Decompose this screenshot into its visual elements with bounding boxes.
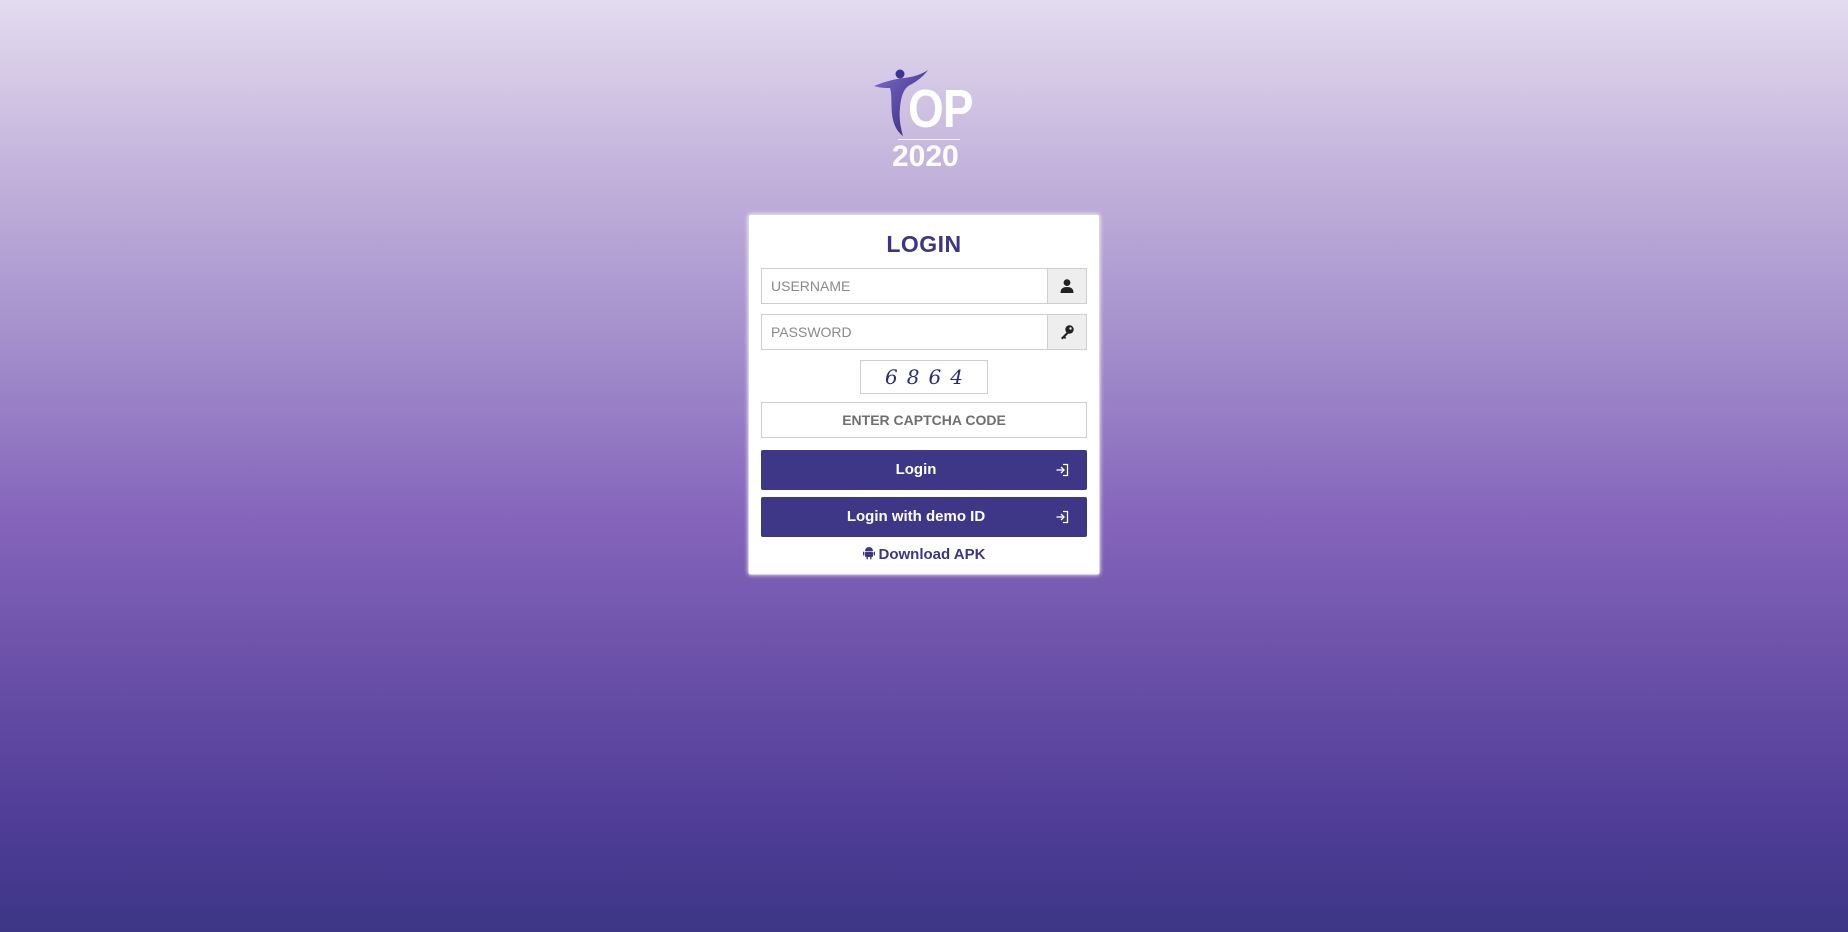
- login-button-label: Login: [895, 461, 937, 478]
- logo: OP 2020: [870, 66, 980, 176]
- key-icon: [1047, 314, 1087, 350]
- user-icon: [1047, 268, 1087, 304]
- username-group: [761, 268, 1087, 304]
- username-input[interactable]: [761, 268, 1047, 304]
- download-apk-label: Download APK: [878, 546, 986, 563]
- login-title: LOGIN: [886, 231, 962, 257]
- login-button[interactable]: Login: [761, 450, 1087, 490]
- captcha-input[interactable]: [761, 402, 1087, 438]
- password-group: [761, 314, 1087, 350]
- android-icon: [862, 547, 875, 560]
- demo-login-button[interactable]: Login with demo ID: [761, 497, 1087, 537]
- demo-login-button-label: Login with demo ID: [846, 508, 986, 525]
- logo-wordmark: OP: [908, 79, 973, 139]
- download-apk-link[interactable]: Download APK: [749, 546, 1099, 563]
- password-input[interactable]: [761, 314, 1047, 350]
- captcha-image: 6864: [860, 360, 988, 394]
- logo-year: 2020: [892, 140, 959, 173]
- login-card: LOGIN 6864 Login Login wit: [748, 214, 1100, 575]
- sign-in-icon: [1056, 510, 1069, 524]
- sign-in-icon: [1056, 463, 1069, 477]
